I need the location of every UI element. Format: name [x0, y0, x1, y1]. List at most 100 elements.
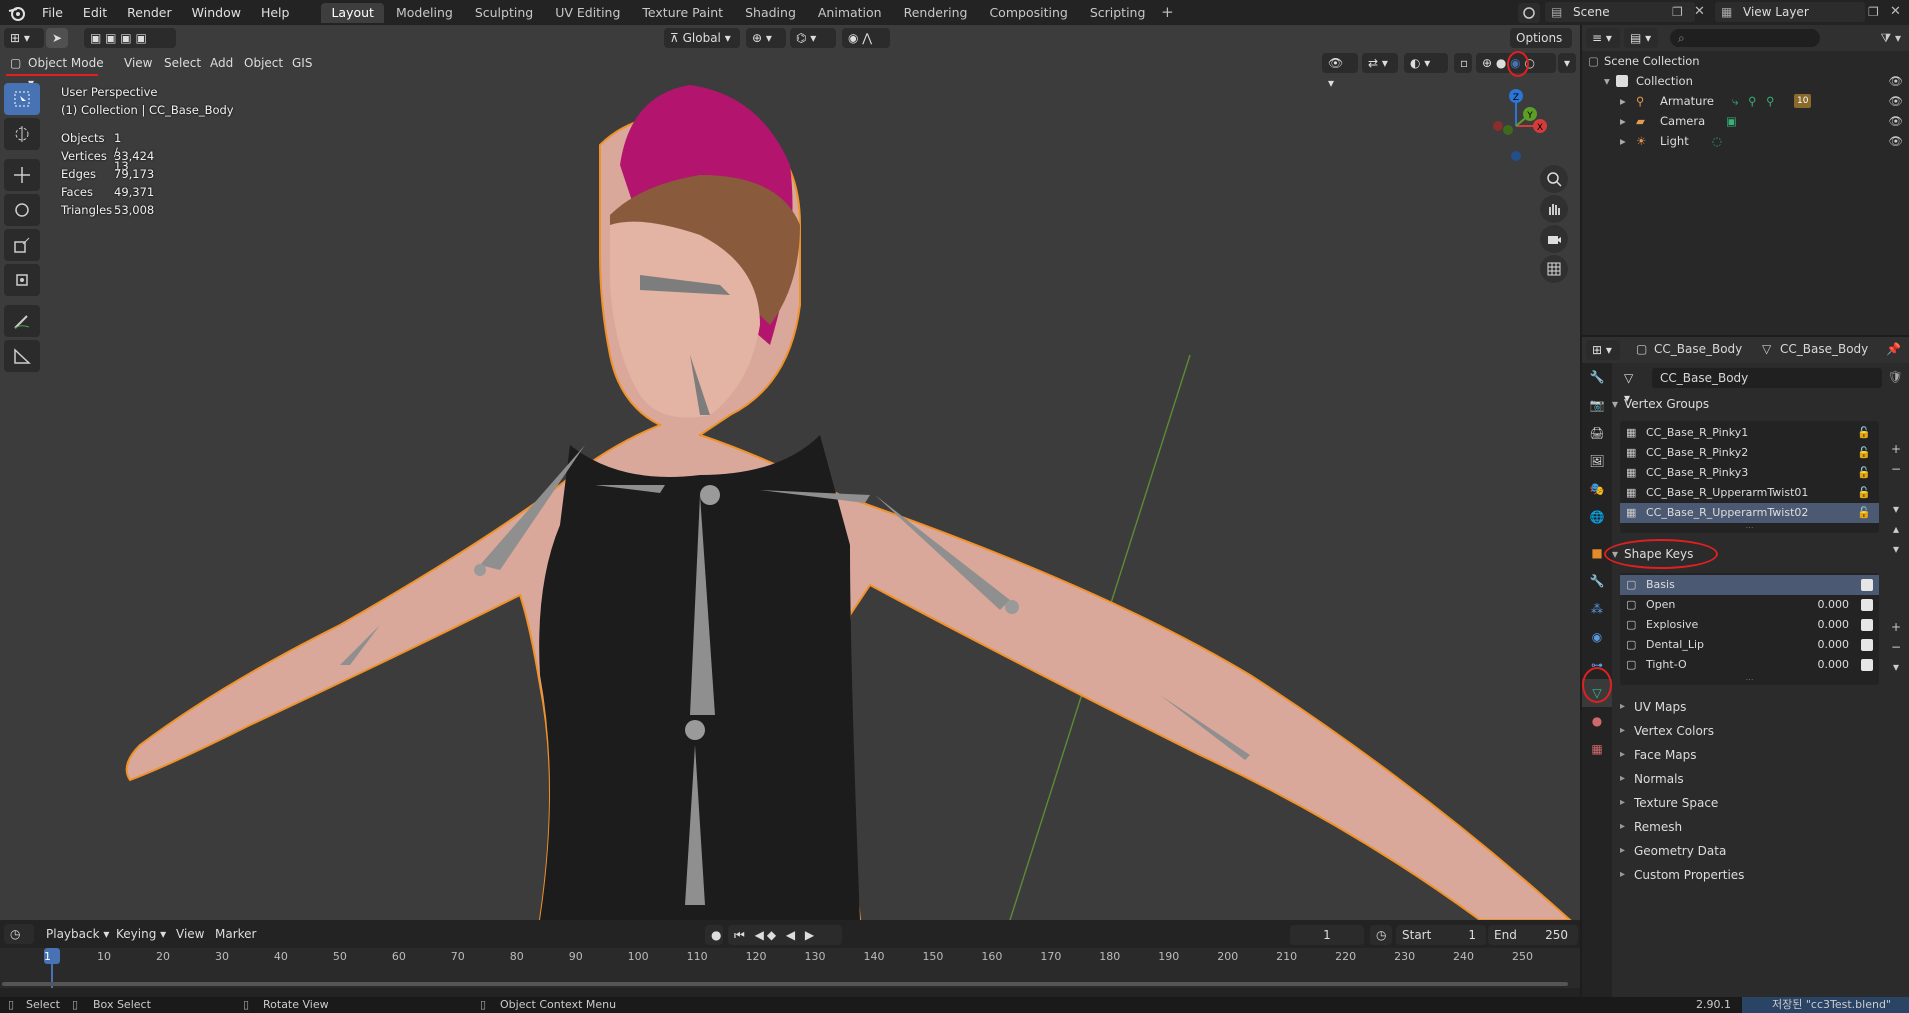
menu-file[interactable]: File — [32, 0, 73, 25]
outliner-scene-collection[interactable]: ▢ Scene Collection — [1582, 51, 1909, 71]
select-mode-icons[interactable]: ▣ ▣ ▣ ▣ — [84, 28, 176, 48]
pan-hand-icon[interactable] — [1540, 195, 1568, 223]
panel-shape-keys[interactable]: ▾ Shape Keys — [1604, 539, 1909, 569]
list-item[interactable]: ▢ Explosive 0.000 — [1620, 615, 1879, 635]
rotate-icon[interactable] — [4, 194, 40, 226]
view-layer-delete-icon[interactable]: ✕ — [1890, 4, 1901, 19]
menu-object[interactable]: Object — [244, 53, 283, 73]
pin-icon[interactable]: 📌 — [1886, 342, 1901, 356]
menu-timeline-view[interactable]: View — [176, 924, 204, 944]
panel-remesh[interactable]: Remesh — [1612, 815, 1909, 839]
panel-geometry-data[interactable]: Geometry Data — [1612, 839, 1909, 863]
overlay-icon[interactable]: ◐ ▾ — [1404, 53, 1448, 73]
scene-tab-icon[interactable]: 🎭 — [1582, 475, 1612, 503]
list-item[interactable]: ▢ Basis — [1620, 575, 1879, 595]
fake-user-icon[interactable]: 🛡 — [1888, 370, 1903, 384]
scale-icon[interactable] — [4, 229, 40, 261]
snap-icon[interactable]: ⌬ ▾ — [790, 28, 836, 48]
menu-window[interactable]: Window — [182, 0, 251, 25]
expand-icon[interactable]: ▸ — [1620, 111, 1626, 131]
view-layer-tab-icon[interactable]: 🖼 — [1582, 447, 1612, 475]
tab-scripting[interactable]: Scripting — [1080, 3, 1156, 23]
mesh-name-field[interactable]: CC_Base_Body — [1652, 368, 1882, 388]
tab-layout[interactable]: Layout — [321, 2, 384, 23]
menu-gis[interactable]: GIS — [292, 53, 312, 73]
tab-shading[interactable]: Shading — [735, 3, 806, 23]
tab-compositing[interactable]: Compositing — [979, 3, 1077, 23]
list-item[interactable]: ▢ Dental_Lip 0.000 — [1620, 635, 1879, 655]
record-icon[interactable]: ● — [705, 925, 723, 945]
timeline-scrollbar[interactable] — [2, 982, 1568, 986]
modifier-tab-icon[interactable]: 🔧 — [1582, 567, 1612, 595]
eye-icon[interactable]: 👁 — [1888, 71, 1903, 91]
tab-texture-paint[interactable]: Texture Paint — [632, 3, 733, 23]
scene-copy-icon[interactable]: ❐ — [1672, 5, 1683, 19]
options-button[interactable]: Options ▾ — [1510, 28, 1572, 65]
gizmo-toggle-icon[interactable]: ⇄ ▾ — [1362, 53, 1398, 73]
shape-key-side-buttons[interactable]: + − ▾ — [1887, 617, 1905, 677]
ortho-grid-icon[interactable] — [1540, 255, 1568, 283]
tab-modeling[interactable]: Modeling — [386, 3, 463, 23]
outliner-item-light[interactable]: ▸ ☀ Light ◌ 👁 — [1582, 131, 1909, 151]
panel-custom-properties[interactable]: Custom Properties — [1612, 863, 1909, 887]
view-layer-copy-icon[interactable]: ❐ — [1868, 5, 1879, 19]
measure-icon[interactable] — [4, 340, 40, 372]
list-item[interactable]: ▦ CC_Base_R_UpperarmTwist01 🔓 — [1620, 483, 1879, 503]
outliner-editor-icon[interactable]: ≡ ▾ — [1586, 28, 1620, 48]
tab-sculpting[interactable]: Sculpting — [465, 3, 543, 23]
outliner-search-input[interactable]: ⌕ — [1670, 29, 1820, 47]
menu-help[interactable]: Help — [251, 0, 300, 25]
expand-icon[interactable]: ▸ — [1620, 91, 1626, 111]
playback-controls[interactable]: ⏮ ◀◆ ◀ ▶ ◆▶ ⏭ — [728, 925, 842, 962]
start-frame-field[interactable]: Start 1 — [1396, 925, 1486, 945]
transform-orientation[interactable]: ⊼ Global ▾ — [664, 28, 740, 48]
menu-select[interactable]: Select — [164, 53, 201, 73]
tab-uv-editing[interactable]: UV Editing — [545, 3, 630, 23]
editor-type-icon[interactable]: ⊞ ▾ — [4, 28, 44, 48]
panel-vertex-colors[interactable]: Vertex Colors — [1612, 719, 1909, 743]
pivot-icon[interactable]: ⊕ ▾ — [746, 28, 786, 48]
panel-vertex-groups[interactable]: ▾ Vertex Groups — [1612, 393, 1909, 415]
cursor-icon[interactable] — [4, 118, 40, 150]
shading-dropdown-icon[interactable]: ▾ — [1558, 53, 1576, 73]
list-item[interactable]: ▦ CC_Base_R_Pinky2 🔓 — [1620, 443, 1879, 463]
filter-icon[interactable]: ⧩ ▾ — [1880, 31, 1901, 46]
select-box-icon[interactable] — [4, 83, 40, 115]
blender-logo-icon[interactable] — [6, 2, 28, 24]
select-tool-icon[interactable]: ➤ — [46, 28, 68, 48]
mode-selector[interactable]: ▢ Object Mode ▾ — [4, 53, 114, 90]
xray-icon[interactable]: ▫ — [1454, 53, 1472, 73]
menu-keying[interactable]: Keying ▾ — [116, 924, 166, 944]
panel-uv-maps[interactable]: UV Maps — [1612, 695, 1909, 719]
list-item[interactable]: ▢ Tight-O 0.000 — [1620, 655, 1879, 675]
menu-marker[interactable]: Marker — [215, 924, 256, 944]
properties-editor-icon[interactable]: ⊞ ▾ — [1586, 340, 1620, 360]
checkbox-icon[interactable] — [1616, 75, 1628, 87]
tab-animation[interactable]: Animation — [808, 3, 892, 23]
panel-texture-space[interactable]: Texture Space — [1612, 791, 1909, 815]
move-icon[interactable] — [4, 159, 40, 191]
eye-icon[interactable]: 👁 — [1888, 131, 1903, 151]
material-tab-icon[interactable]: ● — [1582, 707, 1612, 735]
physics-tab-icon[interactable]: ◉ — [1582, 623, 1612, 651]
annotate-icon[interactable] — [4, 305, 40, 337]
list-item[interactable]: ▦ CC_Base_R_UpperarmTwist02 🔓 — [1620, 503, 1879, 523]
resize-handle-icon[interactable]: ⋯ — [1620, 523, 1879, 532]
display-mode-icon[interactable]: ▤ ▾ — [1624, 28, 1658, 48]
scene-type-icon[interactable] — [1518, 3, 1540, 23]
expand-icon[interactable]: ▾ — [1604, 71, 1610, 91]
timeline-editor-icon[interactable]: ◷ ▾ — [4, 924, 34, 961]
menu-playback[interactable]: Playback ▾ — [46, 924, 109, 944]
menu-edit[interactable]: Edit — [73, 0, 117, 25]
outliner-collection[interactable]: ▾ Collection 👁 — [1582, 71, 1909, 91]
mesh-browse-icon[interactable]: ▽ ▾ — [1618, 368, 1648, 405]
eye-icon[interactable]: 👁 — [1888, 91, 1903, 111]
panel-normals[interactable]: Normals — [1612, 767, 1909, 791]
world-tab-icon[interactable]: 🌐 — [1582, 503, 1612, 531]
tab-rendering[interactable]: Rendering — [894, 3, 978, 23]
menu-view[interactable]: View — [124, 53, 152, 73]
resize-handle-icon[interactable]: ⋯ — [1620, 675, 1879, 684]
timeline-track[interactable]: 1 10 20 30 40 50 60 70 80 90 100 110 120 130 140 150 160… — [0, 948, 1580, 988]
camera-view-icon[interactable] — [1540, 225, 1568, 253]
list-item[interactable]: ▦ CC_Base_R_Pinky3 🔓 — [1620, 463, 1879, 483]
